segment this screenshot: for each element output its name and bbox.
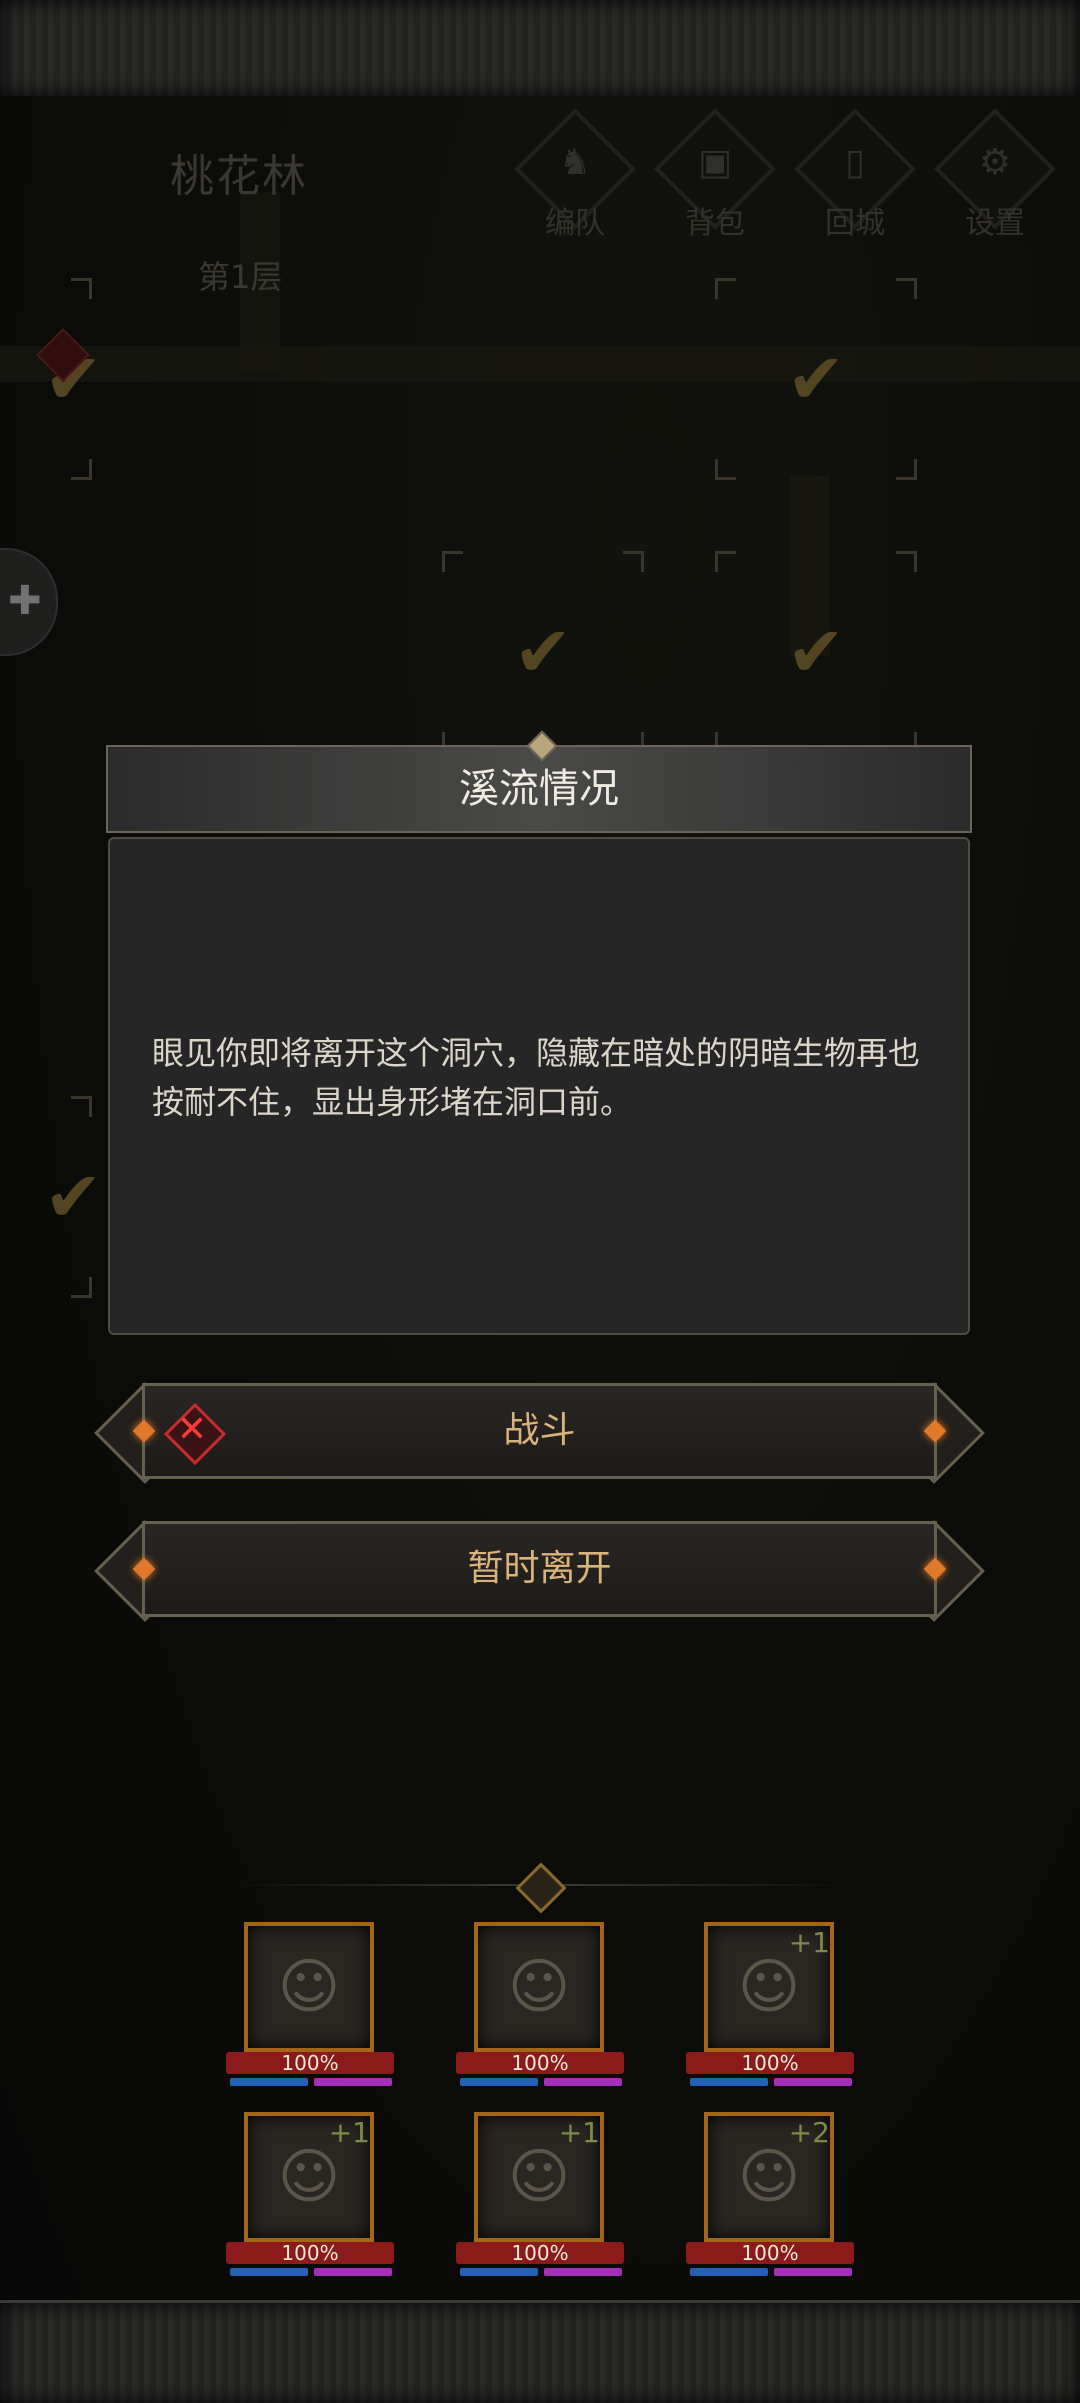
leave-button[interactable]: 暂时离开 [94, 1520, 985, 1622]
hero-bonus: +1 [788, 1926, 830, 1959]
hero-mp-bar [460, 2078, 538, 2086]
dialog-body: 眼见你即将离开这个洞穴，隐藏在暗处的阴暗生物再也按耐不住，显出身形堵在洞口前。 [108, 837, 970, 1335]
hero-hp-bar: 100% [686, 2242, 854, 2264]
hero-bonus: +2 [788, 2116, 830, 2149]
hero-mp-bar [690, 2268, 768, 2276]
hero-slot[interactable]: ☺ 100% [456, 1922, 624, 2092]
hero-face-icon: ☺ [277, 1952, 341, 2022]
hero-slot[interactable]: ☺ 100% [226, 1922, 394, 2092]
hero-face-icon: ☺ [507, 1952, 571, 2022]
hero-face-icon: ☺ [277, 2142, 341, 2212]
leave-label: 暂时离开 [467, 1548, 612, 1589]
hero-face-icon: ☺ [737, 2142, 801, 2212]
hero-sp-bar [774, 2268, 852, 2276]
hero-bonus: +1 [558, 2116, 600, 2149]
hero-sp-bar [314, 2078, 392, 2086]
top-frame [0, 0, 1080, 99]
hero-hp-bar: 100% [226, 2052, 394, 2074]
hero-hp-bar: 100% [226, 2242, 394, 2264]
hero-hp-bar: 100% [456, 2242, 624, 2264]
hero-portrait: ☺ [474, 1922, 604, 2052]
hero-sp-bar [544, 2268, 622, 2276]
bottom-frame [0, 2300, 1080, 2403]
hero-portrait: ☺ [244, 1922, 374, 2052]
hero-sp-bar [314, 2268, 392, 2276]
hero-hp-bar: 100% [686, 2052, 854, 2074]
hero-mp-bar [230, 2268, 308, 2276]
hero-mp-bar [230, 2078, 308, 2086]
hero-mp-bar [460, 2268, 538, 2276]
fight-button[interactable]: ✕ 战斗 [94, 1382, 985, 1484]
hero-sp-bar [774, 2078, 852, 2086]
hero-slot[interactable]: ☺ +1 100% [226, 2112, 394, 2282]
hero-hp-bar: 100% [456, 2052, 624, 2074]
hero-bonus: +1 [328, 2116, 370, 2149]
fight-label: 战斗 [503, 1410, 576, 1451]
hero-slot[interactable]: ☺ +1 100% [686, 1922, 854, 2092]
hero-sp-bar [544, 2078, 622, 2086]
hero-slot[interactable]: ☺ +1 100% [456, 2112, 624, 2282]
hero-face-icon: ☺ [737, 1952, 801, 2022]
hero-mp-bar [690, 2078, 768, 2086]
event-dialog: 溪流情况 眼见你即将离开这个洞穴，隐藏在暗处的阴暗生物再也按耐不住，显出身形堵在… [106, 730, 972, 1335]
hero-face-icon: ☺ [507, 2142, 571, 2212]
dialog-message: 眼见你即将离开这个洞穴，隐藏在暗处的阴暗生物再也按耐不住，显出身形堵在洞口前。 [152, 1034, 921, 1121]
hero-slot[interactable]: ☺ +2 100% [686, 2112, 854, 2282]
